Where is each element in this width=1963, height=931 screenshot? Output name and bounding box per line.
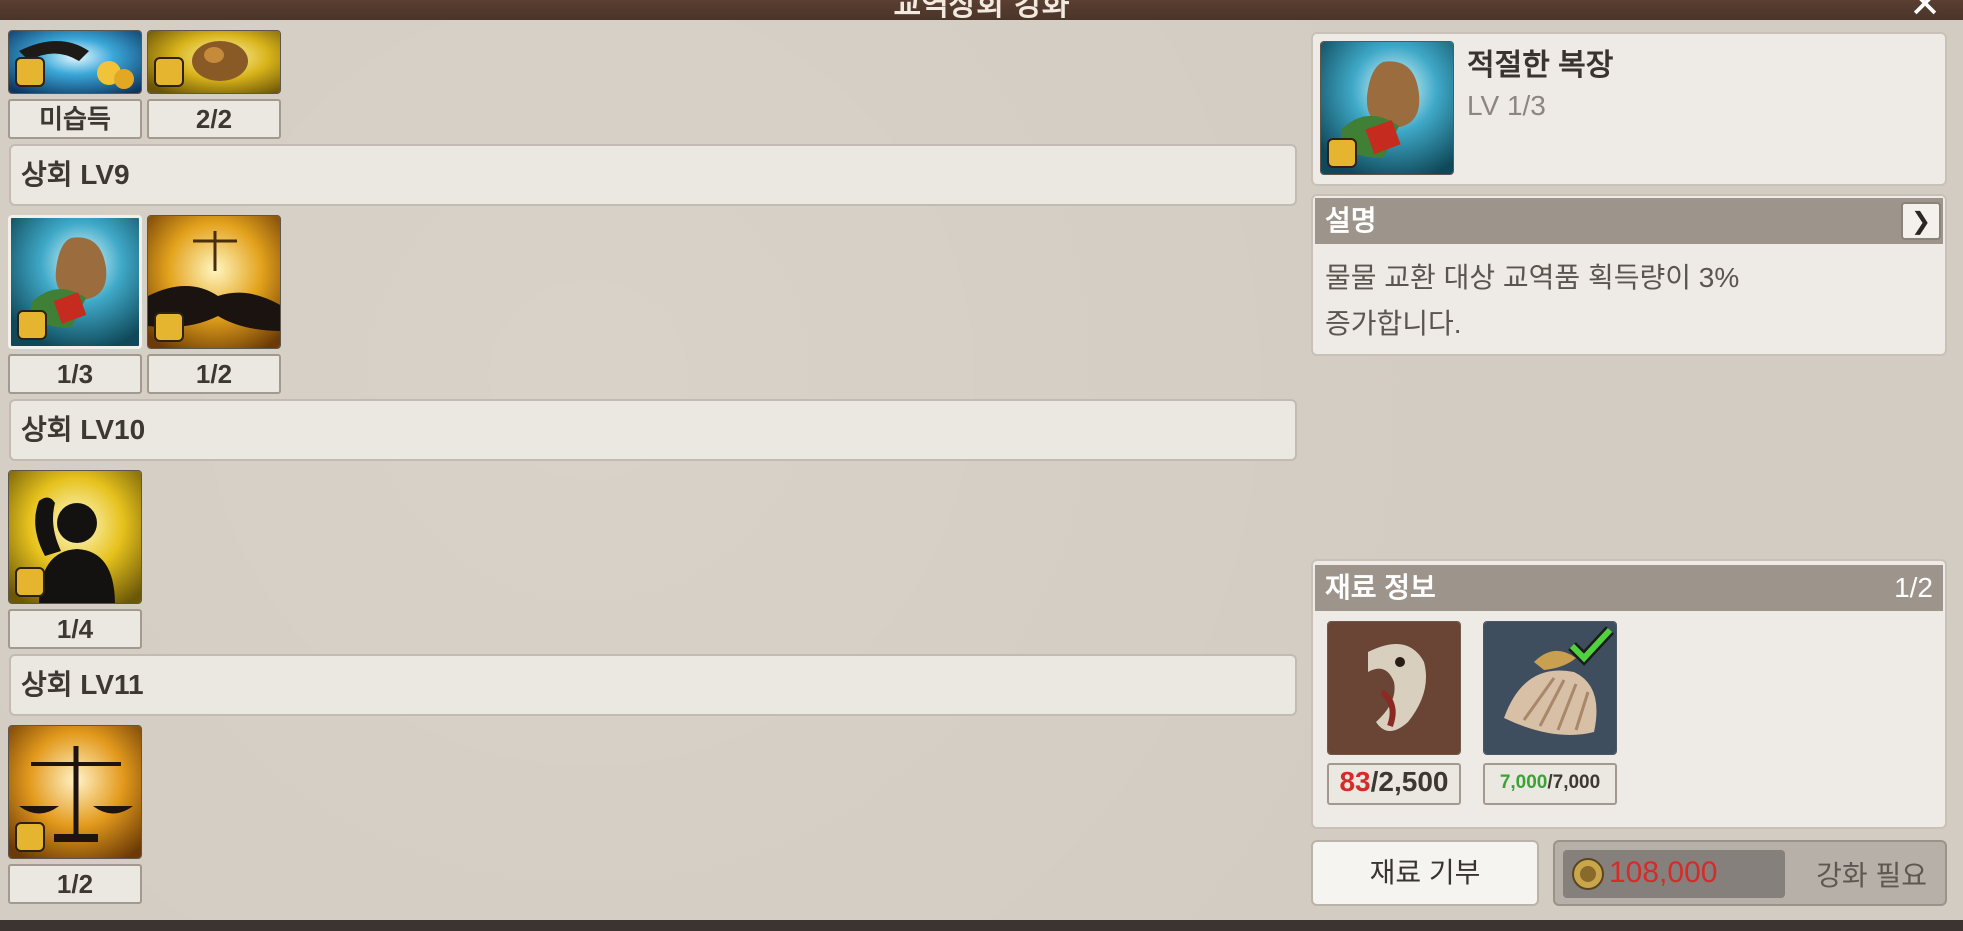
selected-skill-level: LV 1/3 xyxy=(1467,90,1546,121)
upgrade-cost: 108,000 xyxy=(1609,856,1718,889)
description-expand-button[interactable]: ❯ xyxy=(1901,202,1941,240)
skill-level-handshake-coins: 미습득 xyxy=(8,99,142,139)
guild-badge-icon xyxy=(17,310,47,340)
material-count-seashell: 7,000/7,000 xyxy=(1483,763,1617,805)
guild-badge-icon xyxy=(15,567,45,597)
upgrade-label: 강화 필요 xyxy=(1816,860,1927,891)
guild-badge-icon xyxy=(1327,138,1357,168)
upgrade-button[interactable]: 108,000 강화 필요 xyxy=(1553,840,1947,906)
guild-badge-icon xyxy=(15,822,45,852)
section-header-lv11: 상회 LV11 xyxy=(9,654,1297,716)
skill-icon-strength-pose[interactable] xyxy=(8,470,142,604)
materials-progress: 1/2 xyxy=(1894,572,1933,603)
guild-badge-icon xyxy=(15,57,45,87)
close-icon[interactable]: ✕ xyxy=(1905,0,1945,23)
description-line-1: 물물 교환 대상 교역품 획득량이 3% xyxy=(1325,262,1740,293)
material-count-snake-head: 83/2,500 xyxy=(1327,763,1461,805)
guild-badge-icon xyxy=(154,57,184,87)
section-header-lv9: 상회 LV9 xyxy=(9,144,1297,206)
title-bar: 교역상회 강화 ✕ xyxy=(0,0,1963,23)
skill-level-scales: 1/2 xyxy=(8,864,142,904)
cost-box: 108,000 xyxy=(1563,850,1785,898)
materials-header-label: 재료 정보 xyxy=(1325,572,1436,603)
section-header-lv10: 상회 LV10 xyxy=(9,399,1297,461)
skill-icon-scales[interactable] xyxy=(8,725,142,859)
material-owned-seashell: 7,000 xyxy=(1499,772,1548,793)
gold-coin-icon xyxy=(1572,858,1604,890)
material-slot-snake-head[interactable] xyxy=(1327,621,1461,755)
checkmark-icon xyxy=(1568,626,1614,666)
description-line-2: 증가합니다. xyxy=(1325,308,1462,339)
donate-materials-button[interactable]: 재료 기부 xyxy=(1311,840,1539,906)
skill-detail-card: 적절한 복장 LV 1/3 xyxy=(1311,32,1947,186)
skill-icon-gold-ore[interactable] xyxy=(147,30,281,94)
window-bottom-edge xyxy=(0,920,1963,931)
description-header: 설명 xyxy=(1315,198,1943,244)
skill-level-proper-attire: 1/3 xyxy=(8,354,142,394)
selected-skill-icon xyxy=(1320,41,1454,175)
skill-icon-proper-attire[interactable] xyxy=(8,215,142,349)
skill-icon-trade-handshake[interactable] xyxy=(147,215,281,349)
skill-icon-handshake-coins[interactable] xyxy=(8,30,142,94)
materials-card: 재료 정보 1/2 83/2,500 7,000/7,000 xyxy=(1311,559,1947,829)
window-title: 교역상회 강화 xyxy=(893,0,1070,23)
skill-level-gold-ore: 2/2 xyxy=(147,99,281,139)
material-slot-seashell[interactable] xyxy=(1483,621,1617,755)
skill-level-trade-handshake: 1/2 xyxy=(147,354,281,394)
snake-head-icon xyxy=(1328,622,1460,754)
skill-level-strength-pose: 1/4 xyxy=(8,609,142,649)
material-required-snake-head: /2,500 xyxy=(1370,766,1449,797)
material-required-seashell: /7,000 xyxy=(1547,772,1601,793)
material-owned-snake-head: 83 xyxy=(1339,766,1371,797)
materials-header: 재료 정보 1/2 xyxy=(1315,565,1943,611)
selected-skill-name: 적절한 복장 xyxy=(1467,49,1614,82)
guild-badge-icon xyxy=(154,312,184,342)
description-card: 설명 ❯ 물물 교환 대상 교역품 획득량이 3% 증가합니다. xyxy=(1311,194,1947,356)
